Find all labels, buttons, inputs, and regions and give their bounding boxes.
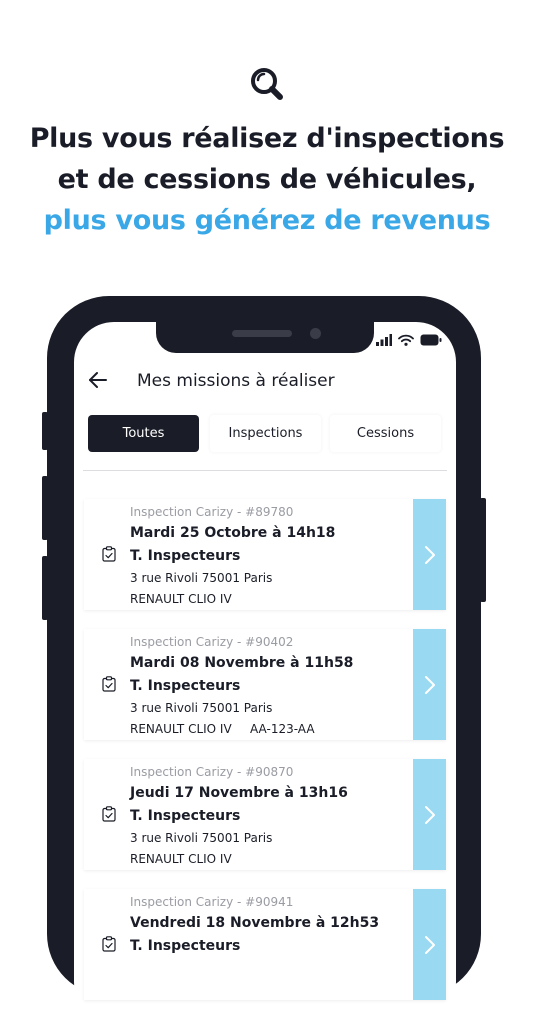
- wifi-icon: [398, 334, 414, 346]
- clipboard-check-icon: [102, 546, 116, 562]
- mission-inspector: T. Inspecteurs: [130, 938, 241, 954]
- phone-screen: Mes missions à réaliser Toutes Inspectio…: [74, 322, 456, 1022]
- magnifier-icon: [251, 68, 283, 100]
- page-title: Mes missions à réaliser: [137, 371, 335, 391]
- signal-icon: [376, 334, 392, 346]
- mission-vehicle: RENAULT CLIO IV: [130, 852, 232, 866]
- mission-reference: Inspection Carizy - #90402: [130, 635, 294, 649]
- mission-inspector: T. Inspecteurs: [130, 678, 241, 694]
- tab-inspections[interactable]: Inspections: [210, 415, 321, 452]
- chevron-right-icon: [424, 935, 435, 954]
- headline-line-1: Plus vous réalisez d'inspections: [29, 123, 505, 154]
- chevron-right-icon: [424, 675, 435, 694]
- chevron-right-icon: [424, 545, 435, 564]
- open-mission-button[interactable]: [413, 889, 446, 1000]
- filter-tabs: Toutes Inspections Cessions: [88, 415, 444, 453]
- mission-plate: AA-123-AA: [250, 722, 315, 736]
- mission-vehicle: RENAULT CLIO IV: [130, 592, 232, 606]
- mission-inspector: T. Inspecteurs: [130, 548, 241, 564]
- arrow-left-icon[interactable]: [88, 370, 108, 390]
- mission-vehicle: RENAULT CLIO IV: [130, 722, 232, 736]
- open-mission-button[interactable]: [413, 759, 446, 870]
- mission-card[interactable]: Inspection Carizy - #90402 Mardi 08 Nove…: [84, 629, 446, 740]
- app-bar: Mes missions à réaliser: [74, 366, 456, 396]
- open-mission-button[interactable]: [413, 499, 446, 610]
- mission-date: Mardi 25 Octobre à 14h18: [130, 525, 336, 541]
- battery-icon: [420, 334, 442, 346]
- mission-reference: Inspection Carizy - #89780: [130, 505, 294, 519]
- headline-line-2: et de cessions de véhicules,: [57, 164, 477, 195]
- mission-card[interactable]: Inspection Carizy - #90870 Jeudi 17 Nove…: [84, 759, 446, 870]
- mission-date: Mardi 08 Novembre à 11h58: [130, 655, 354, 671]
- mission-reference: Inspection Carizy - #90941: [130, 895, 294, 909]
- phone-speaker: [232, 330, 292, 337]
- mission-card[interactable]: Inspection Carizy - #90941 Vendredi 18 N…: [84, 889, 446, 1000]
- headline-line-3: plus vous générez de revenus: [43, 205, 491, 236]
- open-mission-button[interactable]: [413, 629, 446, 740]
- tab-toutes[interactable]: Toutes: [88, 415, 199, 452]
- phone-camera: [310, 328, 321, 339]
- phone-notch: [156, 322, 374, 353]
- mission-address: 3 rue Rivoli 75001 Paris: [130, 571, 273, 585]
- chevron-right-icon: [424, 805, 435, 824]
- mission-date: Jeudi 17 Novembre à 13h16: [130, 785, 348, 801]
- tab-cessions[interactable]: Cessions: [330, 415, 441, 452]
- mission-address: 3 rue Rivoli 75001 Paris: [130, 701, 273, 715]
- mission-date: Vendredi 18 Novembre à 12h53: [130, 915, 380, 931]
- tabs-divider: [83, 470, 447, 471]
- status-bar: [376, 333, 442, 347]
- mission-address: 3 rue Rivoli 75001 Paris: [130, 831, 273, 845]
- clipboard-check-icon: [102, 806, 116, 822]
- mission-card[interactable]: Inspection Carizy - #89780 Mardi 25 Octo…: [84, 499, 446, 610]
- hero-headline: Plus vous réalisez d'inspections et de c…: [0, 118, 534, 241]
- mission-reference: Inspection Carizy - #90870: [130, 765, 294, 779]
- clipboard-check-icon: [102, 676, 116, 692]
- mission-inspector: T. Inspecteurs: [130, 808, 241, 824]
